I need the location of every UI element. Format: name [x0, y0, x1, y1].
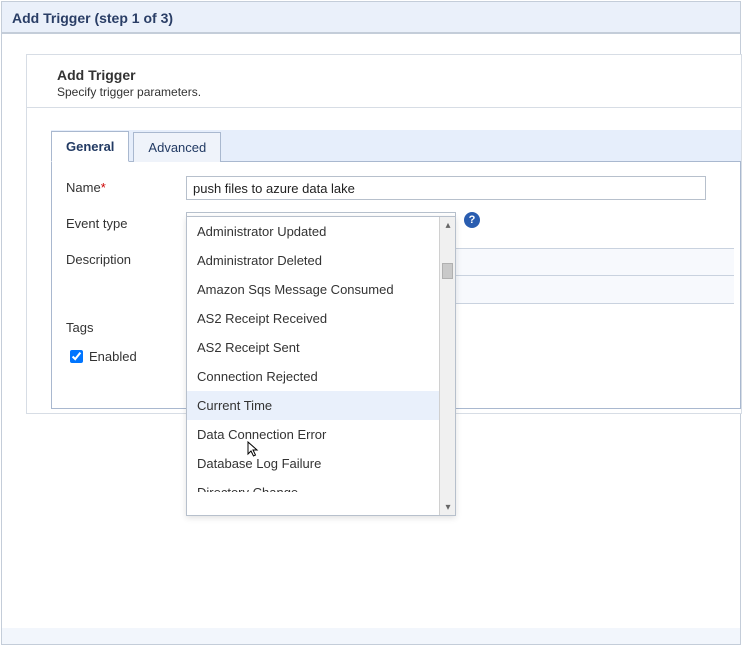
name-input[interactable]	[186, 176, 706, 200]
panel-add-trigger: Add Trigger Specify trigger parameters. …	[26, 54, 742, 414]
dropdown-option[interactable]: Current Time	[187, 391, 439, 420]
event-type-dropdown[interactable]: Administrator UpdatedAdministrator Delet…	[186, 216, 456, 516]
dropdown-option[interactable]: Data Connection Error	[187, 420, 439, 449]
dropdown-option[interactable]: Directory Change	[187, 478, 439, 492]
tags-label: Tags	[66, 316, 186, 335]
dropdown-option[interactable]: Connection Rejected	[187, 362, 439, 391]
enabled-checkbox[interactable]: Enabled	[66, 347, 137, 366]
name-label: Name*	[66, 176, 186, 195]
panel-subheading: Specify trigger parameters.	[57, 85, 731, 99]
dropdown-option[interactable]: Database Log Failure	[187, 449, 439, 478]
enabled-label: Enabled	[89, 349, 137, 364]
scrollbar-thumb[interactable]	[442, 263, 453, 279]
dropdown-option[interactable]: Administrator Updated	[187, 217, 439, 246]
dropdown-option[interactable]: AS2 Receipt Sent	[187, 333, 439, 362]
tab-strip: General Advanced	[51, 130, 741, 162]
tab-advanced[interactable]: Advanced	[133, 132, 221, 162]
scroll-down-icon[interactable]: ▾	[440, 499, 456, 515]
scrollbar[interactable]: ▴ ▾	[439, 217, 455, 515]
description-label: Description	[66, 248, 186, 267]
tab-general[interactable]: General	[51, 131, 129, 162]
dropdown-option[interactable]: Administrator Deleted	[187, 246, 439, 275]
enabled-checkbox-input[interactable]	[70, 350, 83, 363]
page-title: Add Trigger (step 1 of 3)	[2, 2, 740, 33]
event-type-label: Event type	[66, 212, 186, 231]
panel-heading: Add Trigger	[57, 67, 731, 83]
dropdown-option[interactable]: Amazon Sqs Message Consumed	[187, 275, 439, 304]
tab-body-general: Name* Event type Account Created ▾	[51, 162, 741, 409]
scroll-up-icon[interactable]: ▴	[440, 217, 456, 233]
help-icon[interactable]: ?	[464, 212, 480, 228]
required-asterisk: *	[101, 180, 106, 195]
dropdown-option[interactable]: AS2 Receipt Received	[187, 304, 439, 333]
scrollbar-track[interactable]	[440, 233, 455, 499]
